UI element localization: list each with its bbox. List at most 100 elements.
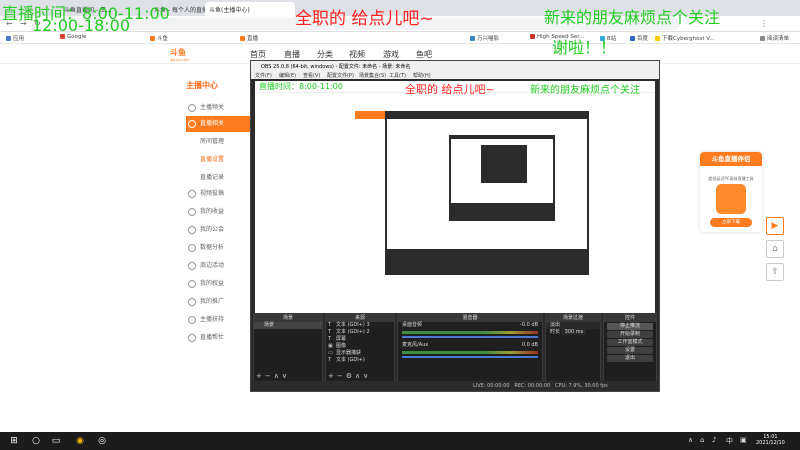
nav-home[interactable]: 首页 bbox=[250, 49, 266, 60]
task-view-icon[interactable]: ▭ bbox=[50, 435, 62, 447]
transitions-dock-title: 场景过渡 bbox=[546, 314, 600, 322]
up-icon[interactable]: ∧ bbox=[274, 372, 282, 380]
menu-icon[interactable]: ⋮ bbox=[760, 19, 768, 28]
obs-menu-help[interactable]: 帮助(H) bbox=[413, 72, 431, 79]
audio-mixer-dock: 混音器 桌面音频 -0.0 dB 麦克风/Aux 0.0 dB bbox=[397, 313, 543, 383]
nav-yuba[interactable]: 鱼吧 bbox=[416, 49, 432, 60]
sidebar-subitem-active[interactable]: 直播设置 bbox=[186, 152, 250, 168]
bookmark[interactable]: 万兴喵影 bbox=[470, 34, 499, 42]
obs-icon[interactable]: ◎ bbox=[96, 435, 108, 447]
promo-card: 斗鱼直播伴侣 超低延迟PC高效直播工具 立即下载 bbox=[700, 152, 762, 232]
obs-menu-edit[interactable]: 编辑(E) bbox=[279, 72, 296, 79]
remove-icon[interactable]: − bbox=[265, 372, 274, 380]
sources-dock-toolbar: +−⚙∧∨ bbox=[328, 372, 371, 380]
up-icon[interactable]: ∧ bbox=[355, 372, 363, 380]
taskbar-clock[interactable]: 15:01 2021/12/10 bbox=[756, 434, 785, 446]
studio-mode-button[interactable]: 工作室模式 bbox=[607, 339, 653, 346]
windows-start-icon[interactable]: ⊞ bbox=[8, 435, 20, 447]
source-label: 文本 (GDI+) bbox=[336, 357, 365, 363]
add-icon[interactable]: + bbox=[328, 372, 337, 380]
sidebar-item[interactable]: 我的公会 bbox=[186, 222, 250, 238]
down-icon[interactable]: ∨ bbox=[363, 372, 371, 380]
event-icon bbox=[188, 262, 196, 270]
douyu-logo[interactable]: 斗鱼 douyu.com bbox=[170, 47, 210, 62]
bookmark[interactable]: 百度 bbox=[630, 34, 648, 42]
sidebar-item[interactable]: 我的权益 bbox=[186, 276, 250, 292]
volume-slider[interactable] bbox=[402, 336, 538, 338]
duration-input[interactable]: 300 ms bbox=[561, 329, 587, 335]
bookmark[interactable]: 应用 bbox=[6, 34, 24, 42]
sidebar-item[interactable]: 周边活动 bbox=[186, 258, 250, 274]
bookmark[interactable]: 阅读清单 bbox=[760, 34, 789, 42]
scene-item[interactable]: 场景 bbox=[254, 322, 322, 329]
guild-icon bbox=[188, 226, 196, 234]
sidebar-item-live[interactable]: 直播相关 bbox=[186, 116, 250, 132]
track-db: 0.0 dB bbox=[521, 342, 538, 348]
tray-up-icon[interactable]: ∧ bbox=[688, 436, 693, 444]
text-source-icon: T bbox=[328, 322, 332, 328]
source-label: 显示器捕获 bbox=[336, 350, 362, 356]
source-item[interactable]: T 文本 (GDI+) 2 bbox=[326, 329, 394, 336]
download-button[interactable]: 立即下载 bbox=[710, 218, 752, 227]
nav-live[interactable]: 直播 bbox=[284, 49, 300, 60]
exit-button[interactable]: 退出 bbox=[607, 355, 653, 362]
remove-icon[interactable]: − bbox=[337, 372, 346, 380]
chrome-icon[interactable]: ◉ bbox=[74, 435, 86, 447]
obs-menu-view[interactable]: 查看(V) bbox=[303, 72, 320, 79]
source-item[interactable]: ▣ 图像 bbox=[326, 343, 394, 350]
nav-game[interactable]: 游戏 bbox=[383, 49, 399, 60]
bookmark-label: 阅读清单 bbox=[767, 36, 790, 42]
transition-select[interactable]: 淡出 bbox=[546, 322, 600, 329]
bookmark[interactable]: 直播 bbox=[240, 34, 258, 42]
sidebar-item[interactable]: 主播扶持 bbox=[186, 312, 250, 328]
volume-slider[interactable] bbox=[402, 356, 538, 358]
home-icon[interactable]: ⌂ bbox=[766, 240, 784, 258]
obs-menu-file[interactable]: 文件(F) bbox=[255, 72, 272, 79]
sidebar-item[interactable]: 我的收益 bbox=[186, 204, 250, 220]
source-item[interactable]: T 文本 (GDI+) bbox=[326, 357, 394, 364]
bookmark-icon bbox=[150, 36, 155, 41]
nav-category[interactable]: 分类 bbox=[317, 49, 333, 60]
duration-label: 时长 bbox=[550, 329, 561, 335]
sidebar-item[interactable]: 视频投稿 bbox=[186, 186, 250, 202]
obs-menu-scenecollection[interactable]: 场景集合(S) bbox=[359, 72, 386, 79]
bookmark-icon bbox=[530, 34, 535, 39]
add-icon[interactable]: + bbox=[256, 372, 265, 380]
source-item[interactable]: ▭ 显示器捕获 bbox=[326, 350, 394, 357]
sidebar-subitem[interactable]: 直播记录 bbox=[186, 170, 250, 186]
settings-button[interactable]: 设置 bbox=[607, 347, 653, 354]
sidebar-item-label: 房间管理 bbox=[200, 138, 225, 145]
stop-streaming-button[interactable]: 停止推流 bbox=[607, 323, 653, 330]
obs-menu-tools[interactable]: 工具(T) bbox=[389, 72, 406, 79]
network-icon[interactable]: ⌂ bbox=[700, 436, 704, 444]
start-recording-button[interactable]: 开始录制 bbox=[607, 331, 653, 338]
video-icon bbox=[188, 190, 196, 198]
settings-icon[interactable]: ⚙ bbox=[346, 372, 355, 380]
notification-icon[interactable]: ▣ bbox=[740, 436, 747, 444]
sidebar-item[interactable]: 数据分析 bbox=[186, 240, 250, 256]
sidebar-item-label: 视频投稿 bbox=[200, 190, 225, 197]
volume-icon[interactable]: ♪ bbox=[712, 436, 716, 444]
down-icon[interactable]: ∨ bbox=[282, 372, 290, 380]
sidebar-subitem[interactable]: 房间管理 bbox=[186, 134, 250, 150]
support-icon bbox=[188, 316, 196, 324]
bookmark[interactable]: 下载Cyberghost V... bbox=[655, 34, 715, 42]
search-icon[interactable]: ○ bbox=[30, 435, 42, 447]
bookmark-label: 百度 bbox=[637, 36, 649, 42]
overlay-newfriends-line1: 新来的朋友麻烦点个关注 bbox=[544, 8, 721, 27]
source-item[interactable]: T 屏幕 bbox=[326, 336, 394, 343]
live-status: LIVE: 00:00:00 bbox=[473, 383, 510, 389]
share-icon[interactable]: ⇪ bbox=[766, 263, 784, 281]
source-item[interactable]: T 文本 (GDI+) 3 bbox=[326, 322, 394, 329]
sidebar-item[interactable]: 我的推广 bbox=[186, 294, 250, 310]
live-icon bbox=[188, 120, 196, 128]
ime-icon[interactable]: 中 bbox=[726, 436, 733, 446]
sidebar-item[interactable]: 直播帮忙 bbox=[186, 330, 250, 346]
bookmark[interactable]: 斗鱼 bbox=[150, 34, 168, 42]
obs-menu-profile[interactable]: 配置文件(P) bbox=[327, 72, 354, 79]
nav-video[interactable]: 视频 bbox=[349, 49, 365, 60]
play-icon[interactable]: ▶ bbox=[766, 217, 784, 235]
sidebar-item[interactable]: 主播频关 bbox=[186, 100, 250, 116]
browser-tab-active[interactable]: 斗鱼(主播中心) bbox=[205, 2, 295, 16]
income-icon bbox=[188, 208, 196, 216]
